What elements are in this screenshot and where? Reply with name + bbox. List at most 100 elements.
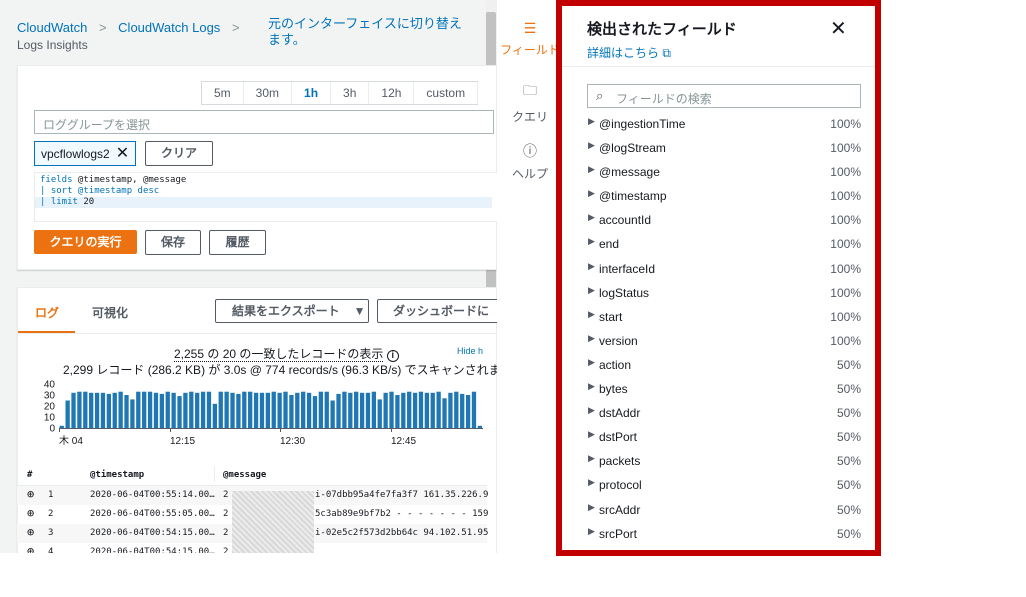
- histogram-bar[interactable]: [83, 391, 88, 428]
- histogram-bar[interactable]: [242, 391, 247, 428]
- histogram-bar[interactable]: [436, 391, 441, 428]
- field-item[interactable]: ▶ start 100%: [587, 304, 867, 328]
- histogram-bar[interactable]: [289, 395, 294, 428]
- field-item[interactable]: ▶ srcPort 50%: [587, 521, 867, 545]
- histogram-bar[interactable]: [471, 391, 477, 428]
- histogram-bar[interactable]: [165, 391, 170, 428]
- log-group-select[interactable]: ロググループを選択: [34, 110, 494, 134]
- histogram-bar[interactable]: [401, 392, 406, 428]
- histogram-bar[interactable]: [89, 392, 94, 428]
- histogram-bar[interactable]: [130, 399, 135, 428]
- histogram-bar[interactable]: [265, 392, 270, 428]
- histogram-bar[interactable]: [124, 395, 129, 428]
- zoom-icon[interactable]: ⊕: [27, 525, 34, 539]
- histogram-bar[interactable]: [259, 392, 265, 428]
- histogram-bar[interactable]: [301, 391, 306, 428]
- histogram-bar[interactable]: [460, 393, 465, 428]
- histogram-bar[interactable]: [377, 399, 382, 428]
- histogram-bar[interactable]: [153, 392, 159, 428]
- histogram-bar[interactable]: [77, 391, 82, 428]
- histogram-bar[interactable]: [195, 392, 200, 428]
- histogram-bar[interactable]: [142, 391, 147, 428]
- field-item[interactable]: ▶ @message 100%: [587, 159, 867, 183]
- sidebar-item-help[interactable]: ⓘ ヘルプ: [500, 141, 560, 182]
- column-header-message[interactable]: @message: [223, 470, 266, 480]
- close-icon[interactable]: ✕: [830, 16, 847, 41]
- tab-logs[interactable]: ログ: [35, 304, 59, 321]
- histogram-bar[interactable]: [359, 392, 365, 428]
- learn-more-link[interactable]: 詳細はこちら ⧉: [587, 44, 671, 61]
- column-header-timestamp[interactable]: @timestamp: [90, 470, 144, 480]
- field-item[interactable]: ▶ accountId 100%: [587, 207, 867, 231]
- histogram-bar[interactable]: [336, 393, 341, 428]
- zoom-icon[interactable]: ⊕: [27, 487, 34, 501]
- histogram-bar[interactable]: [59, 425, 64, 428]
- time-custom[interactable]: custom: [414, 82, 479, 104]
- histogram-bar[interactable]: [324, 391, 329, 428]
- histogram-bar[interactable]: [218, 391, 223, 428]
- histogram-bar[interactable]: [159, 393, 164, 428]
- histogram-bar[interactable]: [389, 391, 394, 428]
- histogram-bar[interactable]: [295, 392, 300, 428]
- histogram-bar[interactable]: [206, 391, 212, 428]
- field-item[interactable]: ▶ dstPort 50%: [587, 424, 867, 448]
- history-button[interactable]: 履歴: [209, 230, 266, 255]
- histogram-bar[interactable]: [230, 392, 235, 428]
- histogram-bar[interactable]: [448, 392, 453, 428]
- histogram-bar[interactable]: [277, 392, 282, 428]
- breadcrumb-cloudwatch[interactable]: CloudWatch: [17, 20, 87, 35]
- field-item[interactable]: ▶ srcAddr 50%: [587, 497, 867, 521]
- run-query-button[interactable]: クエリの実行: [34, 230, 137, 254]
- breadcrumb-cloudwatch-logs[interactable]: CloudWatch Logs: [118, 20, 220, 35]
- field-item[interactable]: ▶ logStatus 100%: [587, 280, 867, 304]
- histogram-bar[interactable]: [71, 392, 76, 428]
- histogram-bar[interactable]: [412, 392, 418, 428]
- histogram-bar[interactable]: [342, 391, 347, 428]
- histogram-bar[interactable]: [189, 391, 194, 428]
- histogram-bar[interactable]: [200, 391, 206, 428]
- save-button[interactable]: 保存: [145, 230, 201, 255]
- histogram-bar[interactable]: [312, 396, 318, 428]
- field-search-input[interactable]: ⌕ フィールドの検索: [587, 84, 861, 108]
- histogram-bar[interactable]: [465, 395, 471, 428]
- add-to-dashboard-button[interactable]: ダッシュボードに: [377, 299, 497, 323]
- histogram-bar[interactable]: [354, 391, 359, 428]
- field-item[interactable]: ▶ @ingestionTime 100%: [587, 111, 867, 135]
- histogram-bar[interactable]: [94, 392, 100, 428]
- field-item[interactable]: ▶ @timestamp 100%: [587, 183, 867, 207]
- histogram-bar[interactable]: [112, 392, 117, 428]
- export-results-button[interactable]: 結果をエクスポート ▼: [215, 299, 369, 323]
- histogram-bar[interactable]: [236, 393, 241, 428]
- sidebar-item-queries[interactable]: 🗀 クエリ: [500, 80, 560, 125]
- sidebar-item-fields[interactable]: ☰ フィールド: [500, 20, 560, 58]
- histogram-bar[interactable]: [106, 393, 111, 428]
- zoom-icon[interactable]: ⊕: [27, 544, 34, 553]
- tab-visualization[interactable]: 可視化: [92, 304, 128, 321]
- time-12h[interactable]: 12h: [369, 82, 415, 104]
- histogram-bar[interactable]: [430, 392, 435, 428]
- histogram-bar[interactable]: [424, 392, 429, 428]
- clear-button[interactable]: クリア: [145, 141, 213, 166]
- histogram-bar[interactable]: [348, 392, 353, 428]
- histogram-bar[interactable]: [330, 400, 335, 429]
- time-3h[interactable]: 3h: [331, 82, 370, 104]
- histogram-bar[interactable]: [100, 392, 106, 428]
- field-item[interactable]: ▶ end 100%: [587, 231, 867, 255]
- hide-histogram-link[interactable]: Hide h: [457, 346, 483, 356]
- field-item[interactable]: ▶ protocol 50%: [587, 472, 867, 496]
- histogram-bar[interactable]: [371, 391, 376, 428]
- time-1h[interactable]: 1h: [292, 82, 332, 104]
- switch-interface-link[interactable]: 元のインターフェイスに切り替えます。: [268, 16, 468, 48]
- histogram-bar[interactable]: [407, 391, 412, 428]
- histogram-bar[interactable]: [248, 391, 253, 428]
- histogram-bar[interactable]: [318, 391, 323, 428]
- field-item[interactable]: ▶ version 100%: [587, 328, 867, 352]
- time-5m[interactable]: 5m: [202, 82, 244, 104]
- time-30m[interactable]: 30m: [244, 82, 293, 104]
- histogram-bar[interactable]: [383, 392, 388, 428]
- histogram-bar[interactable]: [454, 391, 459, 428]
- histogram-bar[interactable]: [65, 400, 70, 429]
- histogram-bar[interactable]: [442, 398, 447, 428]
- histogram-bar[interactable]: [418, 391, 424, 428]
- histogram-bar[interactable]: [183, 392, 188, 428]
